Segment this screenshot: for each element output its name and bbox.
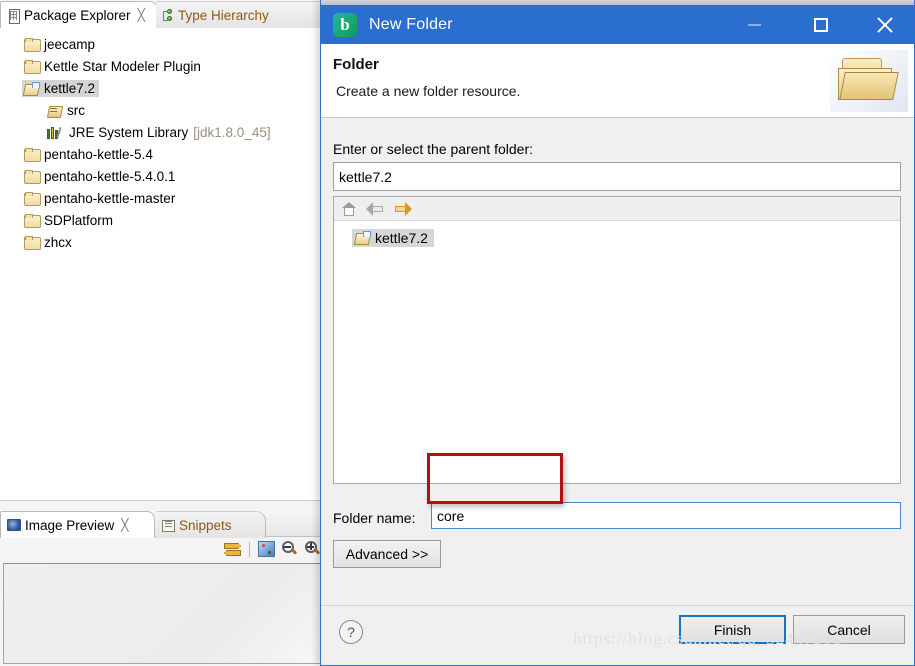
- tree-item[interactable]: pentaho-kettle-5.4.0.1: [0, 165, 324, 187]
- source-package-icon: [47, 104, 62, 117]
- finish-button[interactable]: Finish: [679, 615, 786, 644]
- folder-icon: [24, 213, 41, 228]
- home-icon[interactable]: [342, 201, 356, 216]
- maximize-button[interactable]: [798, 5, 844, 44]
- toolbar-separator: [249, 541, 250, 557]
- tree-item[interactable]: SDPlatform: [0, 209, 324, 231]
- tree-item-label: zhcx: [44, 234, 72, 250]
- minimize-button[interactable]: [731, 5, 777, 44]
- close-button[interactable]: [862, 5, 908, 44]
- folder-icon: [24, 235, 41, 250]
- tree-item-label: pentaho-kettle-5.4: [44, 146, 153, 162]
- folder-icon: [24, 59, 41, 74]
- package-explorer-icon: [7, 8, 20, 24]
- tree-item-src[interactable]: src: [0, 99, 324, 121]
- package-explorer-tabbar: Package Explorer ╳ Type Hierarchy: [0, 0, 328, 28]
- close-icon[interactable]: ╳: [121, 519, 128, 531]
- tab-type-hierarchy[interactable]: Type Hierarchy: [156, 1, 328, 28]
- dialog-footer: ? Finish Cancel https://blog.csdn.net/qq…: [321, 605, 914, 665]
- project-tree[interactable]: jeecamp Kettle Star Modeler Plugin kettl…: [0, 28, 325, 500]
- folder-name-label: Folder name:: [333, 510, 416, 526]
- tree-item-jre[interactable]: JRE System Library [jdk1.8.0_45]: [0, 121, 324, 143]
- help-icon[interactable]: ?: [339, 620, 363, 644]
- new-folder-dialog: b New Folder Folder Create a new folder …: [320, 0, 915, 666]
- type-hierarchy-icon: [162, 8, 174, 22]
- ide-left-panel: Package Explorer ╳ Type Hierarchy jeecam…: [0, 0, 328, 666]
- tree-item-kettle72[interactable]: kettle7.2: [352, 227, 434, 248]
- tree-item-label: jeecamp: [44, 36, 96, 52]
- tab-type-hierarchy-label: Type Hierarchy: [178, 7, 269, 23]
- folder-icon: [24, 169, 41, 184]
- dialog-header-title: Folder: [333, 56, 379, 73]
- cancel-button[interactable]: Cancel: [793, 615, 905, 644]
- tab-image-preview-label: Image Preview: [25, 517, 115, 533]
- tab-image-preview[interactable]: Image Preview ╳: [0, 511, 155, 538]
- tab-snippets-label: Snippets: [179, 517, 232, 533]
- synchronize-icon[interactable]: [224, 542, 241, 556]
- folder-icon: [24, 147, 41, 162]
- folder-icon: [24, 37, 41, 52]
- dialog-body: Enter or select the parent folder: kettl…: [321, 118, 914, 605]
- tree-item-label: src: [67, 102, 85, 118]
- image-preview-toolbar: [224, 538, 321, 560]
- folder-name-input[interactable]: [431, 502, 901, 529]
- tree-item-label: SDPlatform: [44, 212, 114, 228]
- image-preview-canvas: [3, 563, 321, 664]
- folder-graphic-icon: [830, 50, 908, 112]
- tree-item-label: Kettle Star Modeler Plugin: [44, 58, 201, 74]
- tree-item[interactable]: pentaho-kettle-5.4: [0, 143, 324, 165]
- tree-item-label: kettle7.2: [375, 229, 428, 246]
- back-arrow-icon[interactable]: [366, 201, 384, 216]
- parent-folder-label: Enter or select the parent folder:: [333, 141, 533, 157]
- tree-item[interactable]: pentaho-kettle-master: [0, 187, 324, 209]
- zoom-in-icon[interactable]: [305, 541, 321, 557]
- tree-item[interactable]: zhcx: [0, 231, 324, 253]
- zoom-out-icon[interactable]: [282, 541, 298, 557]
- dialog-header: Folder Create a new folder resource.: [321, 44, 914, 118]
- tree-item-label: kettle7.2: [44, 80, 96, 96]
- open-project-icon: [24, 81, 40, 95]
- snippets-icon: [162, 519, 175, 532]
- image-preview-tabbar: Image Preview ╳ Snippets: [0, 510, 325, 538]
- tab-snippets[interactable]: Snippets: [156, 511, 266, 538]
- dialog-titlebar[interactable]: b New Folder: [321, 0, 914, 44]
- tree-item-kettle72[interactable]: kettle7.2: [0, 77, 324, 99]
- parent-folder-input[interactable]: [333, 162, 901, 191]
- close-icon[interactable]: ╳: [138, 9, 145, 21]
- app-logo-icon: b: [333, 12, 357, 37]
- tree-item-label: pentaho-kettle-master: [44, 190, 176, 206]
- tree-item[interactable]: Kettle Star Modeler Plugin: [0, 55, 324, 77]
- open-project-icon: [355, 231, 371, 244]
- tree-item-label: pentaho-kettle-5.4.0.1: [44, 168, 176, 184]
- forward-arrow-icon[interactable]: [394, 201, 412, 216]
- dialog-title: New Folder: [369, 15, 453, 33]
- tree-item-label: JRE System Library: [69, 124, 189, 140]
- palette-icon[interactable]: [258, 541, 275, 557]
- jre-library-icon: [47, 126, 64, 139]
- folder-icon: [24, 191, 41, 206]
- image-preview-view: Image Preview ╳ Snippets: [0, 500, 325, 666]
- tree-item[interactable]: jeecamp: [0, 33, 324, 55]
- screen-root: Package Explorer ╳ Type Hierarchy jeecam…: [0, 0, 915, 666]
- dialog-header-subtitle: Create a new folder resource.: [336, 83, 521, 99]
- tab-package-explorer-label: Package Explorer: [24, 7, 131, 23]
- parent-folder-tree-list: kettle7.2: [334, 221, 900, 248]
- parent-folder-tree[interactable]: kettle7.2: [333, 196, 901, 484]
- tree-item-jdk-version: [jdk1.8.0_45]: [193, 124, 271, 140]
- image-preview-icon: [7, 519, 21, 531]
- advanced-button[interactable]: Advanced >>: [333, 540, 441, 568]
- parent-folder-tree-toolbar: [334, 197, 900, 221]
- tab-package-explorer[interactable]: Package Explorer ╳: [0, 1, 158, 28]
